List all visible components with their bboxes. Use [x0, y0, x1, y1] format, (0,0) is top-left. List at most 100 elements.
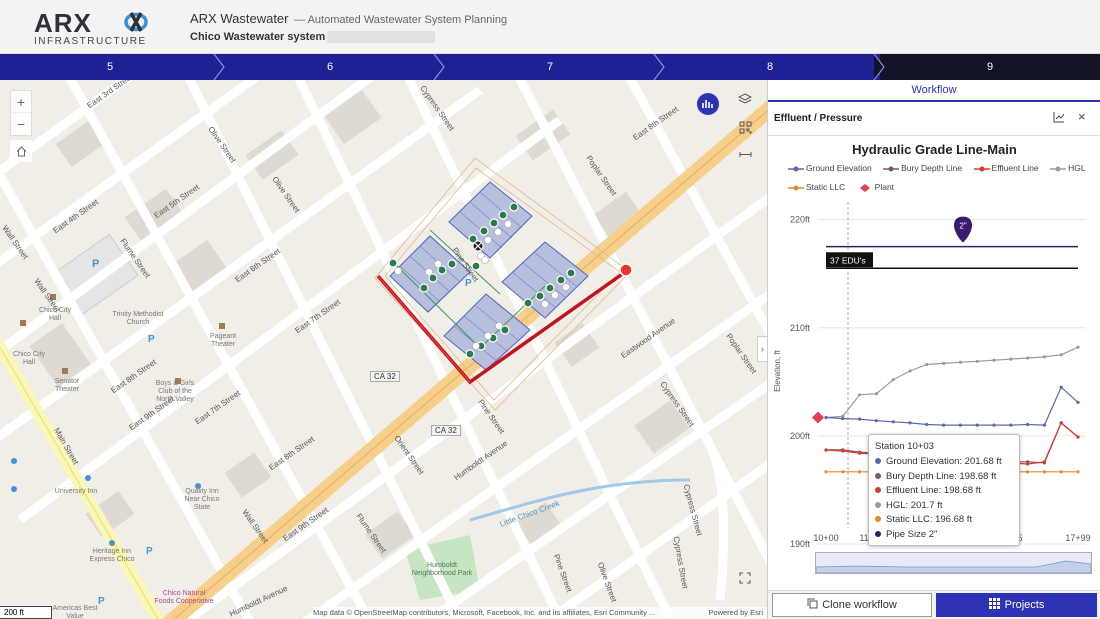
- map-canvas[interactable]: P P P P P: [0, 80, 767, 619]
- step-7[interactable]: 7: [440, 54, 665, 80]
- y-tick-label: 220ft: [790, 215, 811, 225]
- series-point: [841, 470, 845, 474]
- series-line-hgl: [825, 346, 1079, 419]
- map-view[interactable]: P P P P P East 3rd Street East 4th Stree…: [0, 80, 767, 619]
- attribution-text: Map data © OpenStreetMap contributors, M…: [313, 608, 656, 617]
- step-9[interactable]: 9: [880, 54, 1100, 80]
- profile-chart-button[interactable]: [697, 93, 719, 115]
- section-title: Effluent / Pressure: [774, 113, 863, 124]
- edu-label: 37 EDU's: [830, 255, 866, 265]
- legend-ground-elevation[interactable]: Ground Elevation: [788, 163, 872, 173]
- zoom-in-button[interactable]: +: [11, 91, 31, 113]
- series-point: [908, 421, 912, 425]
- home-icon: [16, 145, 26, 157]
- legend-effluent-line[interactable]: Effluent Line: [973, 163, 1039, 173]
- series-point: [874, 392, 878, 396]
- series-point: [958, 423, 962, 427]
- map-attribution: Map data © OpenStreetMap contributors, M…: [313, 607, 767, 619]
- step-5[interactable]: 5: [0, 54, 225, 80]
- series-point: [1059, 353, 1063, 357]
- tooltip-row: Static LLC: 196.68 ft: [875, 514, 1013, 529]
- home-button[interactable]: [10, 140, 32, 162]
- bar-chart-icon: [702, 100, 713, 108]
- close-button[interactable]: ×: [1078, 109, 1086, 124]
- series-point: [824, 448, 828, 452]
- series-point: [1059, 470, 1063, 474]
- tooltip-row: Pipe Size 2": [875, 529, 1013, 544]
- series-point: [1026, 422, 1030, 427]
- y-axis-label: Elevation, ft: [773, 349, 782, 392]
- series-dot: [875, 472, 881, 479]
- layers-button[interactable]: [735, 92, 755, 112]
- series-point: [858, 451, 862, 455]
- legend-label: Static LLC: [806, 182, 846, 192]
- poi-label: Senator Theater: [54, 378, 80, 393]
- clone-workflow-button[interactable]: Clone workflow: [772, 593, 932, 617]
- logo-text: ARX: [34, 8, 92, 38]
- chart-legend: Ground Elevation Bury Depth Line Effluen…: [788, 158, 1098, 196]
- chart-toggle-button[interactable]: [1053, 111, 1065, 126]
- navigator-series: [815, 560, 1092, 574]
- series-dot: [875, 501, 881, 508]
- legend-line-icon: [973, 166, 990, 172]
- series-dot: [875, 530, 881, 537]
- copy-icon: [807, 598, 818, 609]
- chevron-right-icon: [433, 54, 445, 80]
- powered-by[interactable]: Powered by Esri: [708, 607, 763, 619]
- series-point: [1026, 470, 1030, 474]
- scale-bar: 200 ft: [0, 606, 52, 619]
- legend-label: HGL: [1068, 163, 1086, 173]
- step-6[interactable]: 6: [220, 54, 445, 80]
- series-point: [942, 423, 946, 427]
- poi-label: Pageant Theater: [209, 333, 237, 348]
- step-label: 8: [766, 61, 774, 73]
- poi-label: Trinity Methodist Church: [112, 311, 164, 326]
- legend-line-icon: [788, 185, 804, 191]
- legend-static-llc[interactable]: Static LLC: [788, 182, 845, 192]
- chart-range-navigator[interactable]: [815, 552, 1092, 574]
- tooltip-row: Effluent Line: 198.68 ft: [875, 485, 1013, 500]
- measure-button[interactable]: [735, 147, 755, 167]
- legend-line-icon: [1050, 166, 1067, 172]
- system-name-text: Chico Wastewater system: [190, 31, 326, 43]
- projects-button[interactable]: Projects: [936, 593, 1097, 617]
- projects-label: Projects: [1004, 599, 1045, 611]
- series-point: [925, 362, 929, 367]
- arx-logo[interactable]: ARX INFRASTRUCTURE: [32, 8, 158, 48]
- step-8[interactable]: 8: [660, 54, 885, 80]
- qr-button[interactable]: [735, 120, 755, 140]
- poi-label: Humboldt Neighborhood Park: [411, 562, 473, 577]
- legend-plant[interactable]: Plant: [857, 182, 894, 192]
- panel-collapse-button[interactable]: ›: [757, 336, 767, 362]
- y-tick-label: 190ft: [790, 539, 811, 549]
- series-point: [824, 415, 828, 420]
- series-dot: [875, 516, 881, 523]
- tooltip-text: Static LLC: 196.68 ft: [886, 514, 973, 525]
- poi-label: Chico City Hall: [39, 307, 71, 322]
- series-point: [1009, 357, 1013, 361]
- legend-hgl[interactable]: HGL: [1050, 163, 1086, 173]
- poi-label: University Inn: [54, 488, 98, 495]
- zoom-control: + −: [10, 90, 32, 136]
- clone-label: Clone workflow: [822, 599, 897, 611]
- series-point: [824, 470, 828, 474]
- series-dot: [875, 458, 881, 465]
- system-name: Chico Wastewater system: [190, 31, 436, 44]
- svg-text:P: P: [92, 258, 99, 270]
- fullscreen-button[interactable]: [735, 570, 755, 590]
- series-point: [858, 393, 862, 397]
- series-point: [1076, 435, 1080, 439]
- panel-header: Effluent / Pressure ×: [768, 102, 1100, 136]
- highway-badge: CA 32: [370, 371, 400, 382]
- tooltip-row: Ground Elevation: 201.68 ft: [875, 456, 1013, 471]
- series-point: [1042, 470, 1046, 474]
- svg-text:P: P: [148, 334, 155, 345]
- legend-bury-depth[interactable]: Bury Depth Line: [883, 163, 962, 173]
- series-point: [874, 419, 878, 423]
- series-point: [1042, 355, 1046, 359]
- grid-icon: [988, 598, 1000, 609]
- zoom-out-button[interactable]: −: [11, 113, 31, 135]
- tab-workflow[interactable]: Workflow: [768, 80, 1100, 102]
- legend-label: Plant: [874, 182, 895, 192]
- legend-label: Ground Elevation: [806, 163, 872, 173]
